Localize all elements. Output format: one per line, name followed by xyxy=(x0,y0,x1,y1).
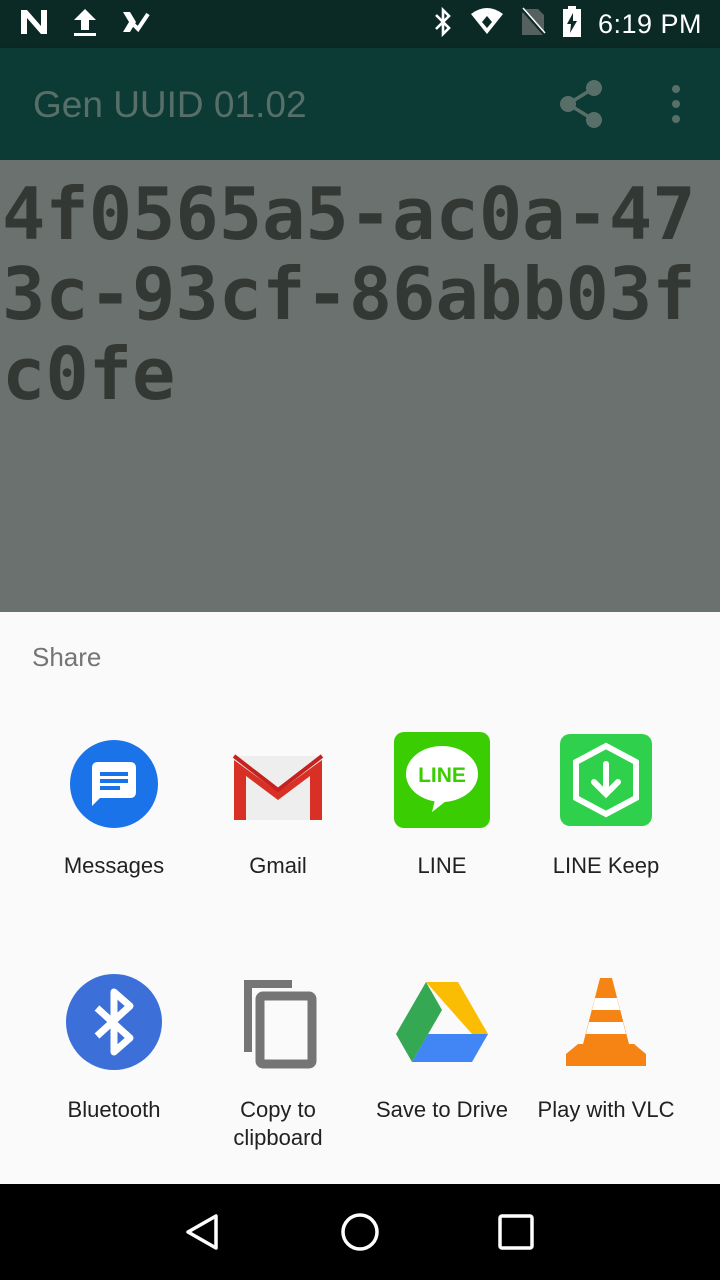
battery-charging-icon xyxy=(562,5,582,43)
svg-text:LINE: LINE xyxy=(418,764,466,787)
share-target-label: Bluetooth xyxy=(67,1097,161,1122)
line-keep-icon xyxy=(556,730,656,830)
share-target-save-to-drive[interactable]: Save to Drive xyxy=(360,968,524,1148)
status-time: 6:19 PM xyxy=(597,8,702,39)
overflow-menu-icon[interactable] xyxy=(660,78,692,130)
bluetooth-icon xyxy=(432,6,454,42)
share-target-label: Gmail xyxy=(249,853,307,878)
app-title: Gen UUID 01.02 xyxy=(33,84,307,125)
vlc-icon xyxy=(556,972,656,1072)
line-icon: LINE xyxy=(392,730,492,830)
app-bar: Gen UUID 01.02 xyxy=(0,48,720,160)
uuid-text: 4f0565a5-ac0a-473c-93cf-86abb03fc0fe xyxy=(2,172,696,416)
recents-icon[interactable] xyxy=(492,1208,540,1256)
share-target-label: Messages xyxy=(63,853,165,878)
share-target-copy-to-clipboard[interactable]: Copy to clipboard xyxy=(196,968,360,1150)
status-bar: 6:19 PM xyxy=(0,0,720,48)
share-target-label: LINE Keep xyxy=(552,853,660,878)
gmail-icon xyxy=(228,734,328,834)
wifi-icon xyxy=(470,7,504,41)
copy-icon xyxy=(228,972,328,1072)
share-target-line-keep[interactable]: LINE Keep xyxy=(524,724,688,878)
uuid-content-area: 4f0565a5-ac0a-473c-93cf-86abb03fc0fe xyxy=(0,160,720,612)
upload-icon xyxy=(72,7,98,42)
messages-icon xyxy=(64,734,164,834)
checklist-icon xyxy=(120,8,150,41)
drive-icon xyxy=(392,972,492,1072)
share-target-messages[interactable]: Messages xyxy=(32,724,196,878)
share-target-label: LINE xyxy=(417,853,467,878)
share-target-label: Play with VLC xyxy=(537,1097,675,1122)
share-target-play-with-vlc[interactable]: Play with VLC xyxy=(524,968,688,1148)
no-sim-icon xyxy=(520,7,547,42)
share-target-gmail[interactable]: Gmail xyxy=(196,724,360,878)
share-target-bluetooth[interactable]: Bluetooth xyxy=(32,968,196,1148)
status-right-icons: 6:19 PM xyxy=(432,5,702,43)
navigation-bar xyxy=(0,1184,720,1280)
share-target-line[interactable]: LINE LINE xyxy=(360,724,524,878)
bluetooth-app-icon xyxy=(64,972,164,1072)
share-target-label: Copy to clipboard xyxy=(233,1097,323,1150)
share-sheet-title: Share xyxy=(32,642,102,672)
share-icon[interactable] xyxy=(555,78,607,130)
home-icon[interactable] xyxy=(336,1208,384,1256)
share-sheet: Share Messages Gmail LINE LINE LINE Keep… xyxy=(0,612,720,1184)
back-icon[interactable] xyxy=(180,1208,228,1256)
status-left-icons xyxy=(18,8,150,40)
share-target-label: Save to Drive xyxy=(375,1097,509,1122)
n-logo-icon xyxy=(18,8,50,41)
